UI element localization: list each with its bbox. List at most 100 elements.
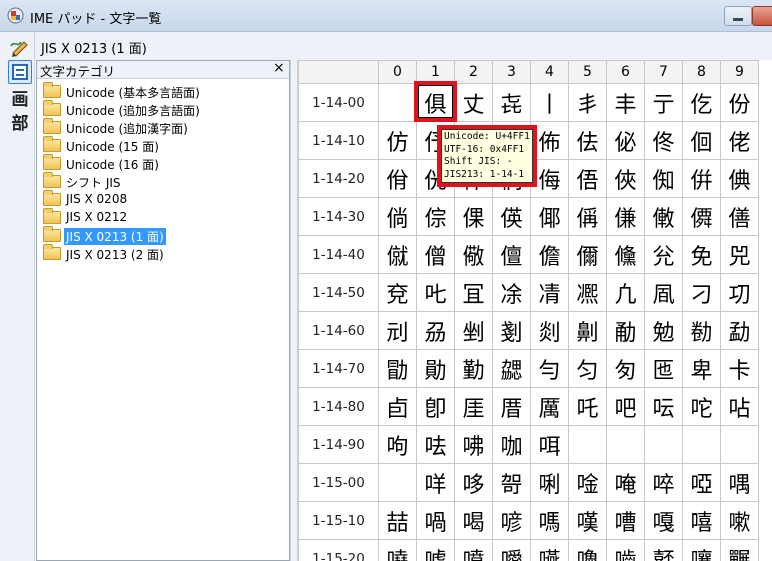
char-cell[interactable]: 凃 (492, 273, 531, 312)
char-cell[interactable]: 丈 (454, 83, 493, 122)
category-item[interactable]: Unicode (15 面) (41, 136, 281, 155)
char-cell[interactable]: 刁 (682, 273, 721, 312)
char-cell[interactable]: 儞 (568, 235, 607, 274)
char-cell[interactable]: 兊 (644, 235, 683, 274)
char-cell[interactable]: 倁 (644, 159, 683, 198)
char-cell[interactable]: 㐂 (492, 83, 531, 122)
minimize-button[interactable] (724, 6, 752, 26)
char-cell[interactable]: 免 (682, 235, 721, 274)
char-cell[interactable]: 佟 (644, 121, 683, 160)
char-cell[interactable]: 凊 (530, 273, 569, 312)
char-cell[interactable]: 喆 (378, 501, 417, 540)
char-cell[interactable]: 嗽 (720, 501, 759, 540)
char-cell[interactable]: 啐 (644, 463, 683, 502)
stroke-count-button[interactable]: 画 (8, 85, 32, 110)
char-cell[interactable]: 匇 (606, 349, 645, 388)
char-cell[interactable]: 嚭 (644, 539, 683, 561)
char-cell[interactable]: 兕 (720, 235, 759, 274)
char-cell[interactable]: 匜 (644, 349, 683, 388)
char-cell[interactable]: 佬 (720, 121, 759, 160)
char-cell[interactable]: 勌 (682, 311, 721, 350)
char-cell[interactable]: 咜 (682, 387, 721, 426)
char-cell[interactable]: 嚙 (606, 539, 645, 561)
char-cell[interactable]: 刕 (416, 311, 455, 350)
char-cell[interactable]: 勰 (492, 349, 531, 388)
char-cell[interactable]: 咈 (454, 425, 493, 464)
char-cell[interactable]: 僐 (720, 197, 759, 236)
category-item[interactable]: JIS X 0213 (2 面) (41, 244, 281, 263)
char-cell[interactable]: 嘵 (378, 539, 417, 561)
handwriting-button[interactable] (8, 36, 32, 60)
char-cell[interactable]: 勉 (644, 311, 683, 350)
close-window-button[interactable] (752, 6, 772, 26)
char-cell[interactable]: 仿 (378, 121, 417, 160)
char-cell[interactable]: 偁 (568, 197, 607, 236)
char-cell[interactable]: 亍 (644, 83, 683, 122)
char-cell[interactable]: 卽 (416, 387, 455, 426)
char-cell[interactable]: 份 (720, 83, 759, 122)
char-cell[interactable]: 仡 (682, 83, 721, 122)
category-item[interactable]: JIS X 0208 (41, 190, 281, 209)
char-cell[interactable]: 吧 (606, 387, 645, 426)
char-cell[interactable]: 噴 (454, 539, 493, 561)
char-cell[interactable]: 劓 (568, 311, 607, 350)
char-cell[interactable]: 丰 (606, 83, 645, 122)
char-cell[interactable]: 厲 (530, 387, 569, 426)
char-cell[interactable]: 卑 (682, 349, 721, 388)
char-cell[interactable]: 咡 (530, 425, 569, 464)
char-cell[interactable]: 咩 (416, 463, 455, 502)
char-cell[interactable]: 勛 (416, 349, 455, 388)
char-cell[interactable]: 剉 (454, 311, 493, 350)
char-cell[interactable]: 勈 (606, 311, 645, 350)
char-cell[interactable]: 俉 (568, 159, 607, 198)
char-cell[interactable]: 佾 (378, 159, 417, 198)
char-cell[interactable]: 勐 (720, 311, 759, 350)
char-cell[interactable]: 俠 (606, 159, 645, 198)
char-cell[interactable]: 倎 (720, 159, 759, 198)
char-cell[interactable]: 剡 (530, 311, 569, 350)
char-cell[interactable]: 僌 (644, 197, 683, 236)
category-item[interactable]: Unicode (16 面) (41, 154, 281, 173)
char-cell[interactable]: 哿 (492, 463, 531, 502)
char-cell[interactable]: 喭 (492, 501, 531, 540)
char-cell[interactable]: 僧 (416, 235, 455, 274)
char-cell[interactable]: 兗 (378, 273, 417, 312)
char-cell[interactable]: 卡 (720, 349, 759, 388)
char-cell[interactable]: 倻 (530, 197, 569, 236)
char-cell[interactable]: 咖 (492, 425, 531, 464)
char-cell[interactable]: 勖 (378, 349, 417, 388)
char-cell[interactable]: 㓛 (720, 273, 759, 312)
char-cell[interactable]: 厝 (492, 387, 531, 426)
char-cell[interactable]: 佪 (682, 121, 721, 160)
char-cell[interactable]: 丯 (568, 83, 607, 122)
char-cell[interactable]: 𠮟 (416, 273, 455, 312)
char-cell[interactable]: 凢 (606, 273, 645, 312)
category-item[interactable]: Unicode (追加多言語面) (41, 100, 281, 119)
char-cell[interactable]: 俱 (416, 83, 455, 122)
char-cell[interactable]: 呍 (644, 387, 683, 426)
char-cell[interactable]: 呴 (378, 425, 417, 464)
char-cell[interactable]: 嘆 (568, 501, 607, 540)
char-cell[interactable]: 吒 (568, 387, 607, 426)
category-item[interactable]: シフト JIS (41, 172, 281, 191)
char-cell[interactable]: 噓 (416, 539, 455, 561)
char-cell[interactable]: 嗎 (530, 501, 569, 540)
char-cell[interactable]: 嚥 (530, 539, 569, 561)
char-cell[interactable]: 喝 (454, 501, 493, 540)
char-cell[interactable]: 唵 (606, 463, 645, 502)
char-cell[interactable]: 喁 (720, 463, 759, 502)
char-cell[interactable]: 儃 (492, 235, 531, 274)
char-cell[interactable]: 倘 (378, 197, 417, 236)
char-cell[interactable]: 倮 (454, 197, 493, 236)
char-cell[interactable]: 嘻 (682, 501, 721, 540)
category-item[interactable]: JIS X 0212 (41, 208, 281, 227)
char-cell[interactable]: 凞 (568, 273, 607, 312)
char-cell[interactable]: 傔 (606, 197, 645, 236)
char-cell[interactable]: 匀 (568, 349, 607, 388)
char-cell[interactable]: 喎 (416, 501, 455, 540)
char-cell[interactable]: 丨 (530, 83, 569, 122)
char-cell[interactable]: 啞 (682, 463, 721, 502)
category-item[interactable]: Unicode (追加漢字面) (41, 118, 281, 137)
char-cell[interactable]: 僲 (682, 197, 721, 236)
pane-splitter[interactable] (290, 60, 298, 561)
